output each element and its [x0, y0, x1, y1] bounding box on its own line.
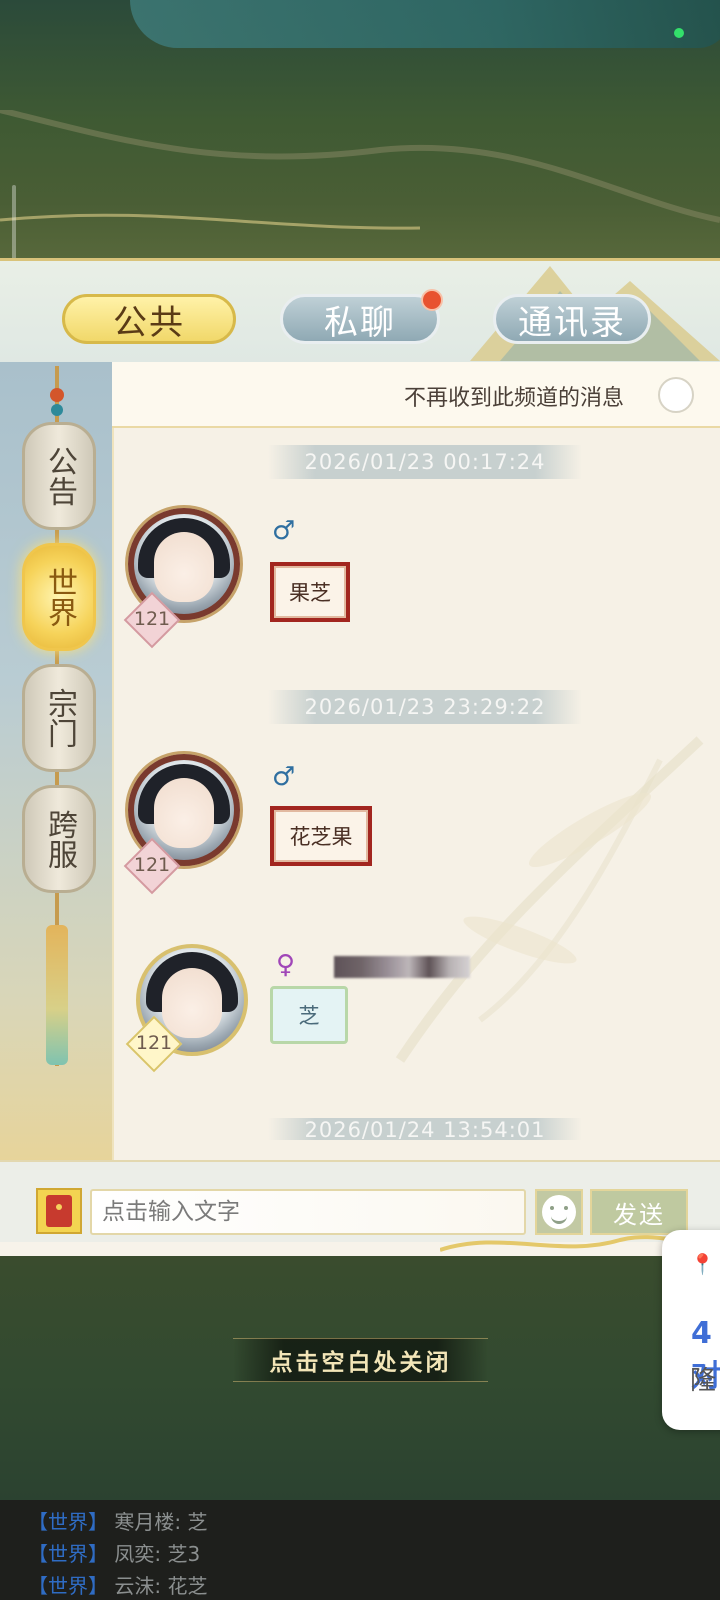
close-hint[interactable]: 点击空白处关闭: [233, 1338, 488, 1382]
channel-cross-server[interactable]: 跨服: [22, 785, 96, 893]
ticker-text: 芝: [187, 1510, 208, 1534]
channel-label: 跨服: [42, 809, 77, 869]
ticker-line: 【世界】 云沫: 花芝: [28, 1574, 208, 1598]
bamboo-watermark: [395, 736, 704, 1063]
ticker-channel-tag: 【世界】: [28, 1542, 108, 1566]
ticker-channel-tag: 【世界】: [28, 1510, 108, 1534]
red-packet-icon: [46, 1195, 72, 1227]
channel-label: 世界: [42, 567, 77, 627]
tab-contacts[interactable]: 通讯录: [493, 294, 651, 344]
avatar-face: [154, 532, 214, 602]
ticker-speaker: 凤奕: [114, 1542, 155, 1566]
river-decoration: [130, 0, 720, 48]
emoji-button[interactable]: [535, 1189, 583, 1235]
mute-channel-radio[interactable]: [658, 377, 694, 413]
message-bubble[interactable]: 果芝: [270, 562, 350, 622]
channel-notice[interactable]: 公告: [22, 422, 96, 530]
tab-private[interactable]: 私聊: [280, 294, 440, 344]
red-packet-button[interactable]: [36, 1188, 82, 1234]
mute-channel-label: 不再收到此频道的消息: [403, 386, 624, 411]
message-timestamp: 2026/01/23 23:29:22: [268, 690, 582, 724]
tab-public[interactable]: 公共: [62, 294, 236, 344]
status-indicator-dot: [674, 28, 684, 38]
map-pin-icon: 📍: [690, 1252, 715, 1276]
notification-dot: [421, 289, 443, 311]
channel-world[interactable]: 世界: [22, 543, 96, 651]
level-text: 121: [133, 854, 171, 876]
avatar-face: [154, 778, 214, 848]
message-bubble[interactable]: 花芝果: [270, 806, 372, 866]
male-icon: ♂: [272, 516, 296, 546]
ticker-speaker: 云沫: [114, 1574, 155, 1598]
female-icon: ♀: [276, 950, 296, 980]
chat-input[interactable]: [90, 1189, 526, 1235]
ticker-text: 芝3: [167, 1542, 201, 1566]
channel-label: 公告: [42, 446, 77, 506]
male-icon: ♂: [272, 762, 296, 792]
channel-sect[interactable]: 宗门: [22, 664, 96, 772]
ticker-channel-tag: 【世界】: [28, 1574, 108, 1598]
smiley-icon: [542, 1195, 576, 1229]
send-button[interactable]: 发送: [590, 1189, 688, 1235]
message-timestamp: 2026/01/23 00:17:24: [268, 445, 582, 479]
popup-subtitle: 隆: [690, 1366, 717, 1396]
bead-icon: [51, 404, 63, 416]
ticker-speaker: 寒月楼: [114, 1510, 175, 1534]
channel-label: 宗门: [42, 688, 77, 748]
level-text: 121: [133, 608, 171, 630]
message-timestamp: 2026/01/24 13:54:01: [268, 1118, 582, 1140]
level-text: 121: [135, 1032, 173, 1054]
blurred-username: [334, 956, 470, 978]
bead-icon: [50, 388, 64, 402]
avatar-face: [162, 968, 222, 1038]
path-decoration: [0, 110, 720, 230]
tassel-decoration: [46, 925, 68, 1065]
message-bubble[interactable]: 芝: [270, 986, 348, 1044]
ticker-line: 【世界】 寒月楼: 芝: [28, 1510, 208, 1534]
ticker-text: 花芝: [167, 1574, 208, 1598]
ticker-line: 【世界】 凤奕: 芝3: [28, 1542, 201, 1566]
